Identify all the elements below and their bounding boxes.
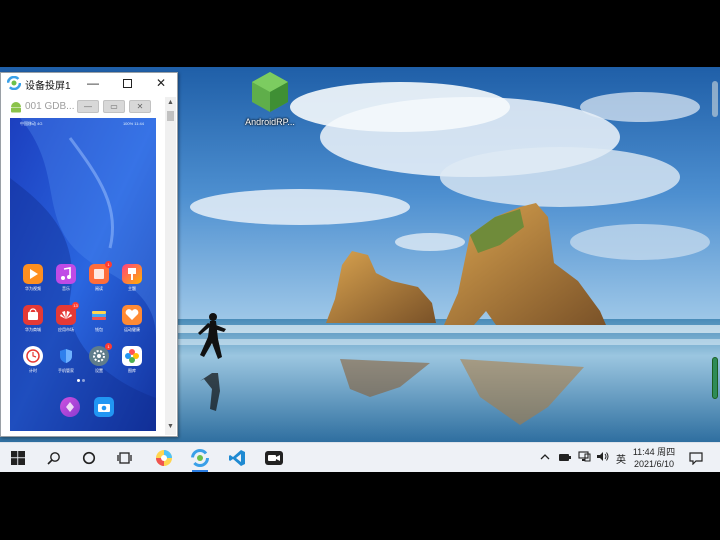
notification-badge: 13 [72,302,79,309]
windows-logo-icon [11,451,25,465]
app-browser[interactable] [55,397,85,417]
notification-badge: 1 [105,343,112,350]
pinwheel-app-icon [156,450,172,466]
device-minimize-button[interactable]: — [77,100,99,113]
app-huawei-store[interactable]: 华为商城 [18,305,48,333]
taskbar-app-vscode[interactable] [221,443,253,472]
app-health[interactable]: 运动健康 [117,305,147,333]
action-center-button[interactable] [680,443,712,472]
device-toolbar: 001 GDB... — ▭ ✕ [5,97,163,117]
taskbar-app-camera[interactable] [258,443,290,472]
window-title: 设备投屏1 [25,81,71,92]
taskbar-clock[interactable]: 11:44 周四 2021/6/10 [629,446,679,470]
screen-recorder-icon [265,451,283,465]
app-themes[interactable]: 主题 [117,264,147,292]
book-icon: 1 [89,261,112,284]
show-hidden-icons-chevron-icon[interactable] [538,453,552,464]
page-indicator [76,369,86,387]
flower-icon [122,346,142,366]
app-huawei-video[interactable]: 华为视频 [18,264,48,292]
app-appgallery[interactable]: 13 应用市场 [51,302,81,333]
clock-time: 11:44 周四 [632,447,676,457]
taskbar-app-projection[interactable] [184,443,216,472]
taskbar: 英 11:44 周四 2021/6/10 [0,442,720,472]
projection-app-icon [191,449,209,467]
brush-icon [122,264,142,284]
vscode-icon [229,450,245,466]
camera-icon [94,397,114,417]
phone-screen[interactable]: 中国移动 4G 100% 11:44 华为视频 音乐 1 阅读 主题 华为商城 … [10,118,156,431]
window-titlebar[interactable]: 设备投屏1 — ✕ [1,73,177,93]
clock-icon [23,346,43,366]
wallet-icon [89,305,109,325]
device-close-button[interactable]: ✕ [129,100,151,113]
carrier-label: 中国移动 4G [20,121,43,126]
androidrp-desktop-shortcut[interactable]: AndroidRP... [238,71,302,127]
scroll-thumb[interactable] [167,111,174,121]
device-restore-button[interactable]: ▭ [103,100,125,113]
clock-date: 2021/6/10 [633,459,675,469]
shortcut-label: AndroidRP... [245,117,295,127]
task-view-button[interactable] [108,443,140,472]
app-reading[interactable]: 1 阅读 [84,261,114,292]
window-scrollbar[interactable]: ▲ ▼ [165,97,176,435]
minimize-button[interactable]: — [81,74,105,92]
node-cube-icon [250,71,290,113]
edge-volume-grip[interactable] [712,357,718,399]
app-camera[interactable] [89,397,119,417]
device-number: 001 [25,101,42,112]
heart-icon [122,305,142,325]
shield-icon [56,346,76,366]
taskbar-app-colorful[interactable] [148,443,180,472]
app-logo-icon [6,75,22,91]
app-wallet[interactable]: 钱包 [84,305,114,333]
scroll-up-arrow-icon[interactable]: ▲ [165,99,176,109]
task-view-icon [116,452,132,464]
notification-icon [689,451,703,465]
cortana-circle-icon [82,451,96,465]
system-tray: 英 [538,443,626,472]
app-music[interactable]: 音乐 [51,264,81,292]
app-gallery[interactable]: 图库 [117,346,147,374]
device-id: GDB... [44,101,75,112]
browser-icon [60,397,80,417]
maximize-button[interactable] [115,74,139,92]
search-icon [47,452,60,465]
edge-handle[interactable] [712,81,718,117]
app-settings[interactable]: 1 设置 [84,343,114,374]
shop-icon [23,305,43,325]
close-button[interactable]: ✕ [149,74,173,92]
notification-badge: 1 [105,261,112,268]
android-icon [9,100,23,113]
cortana-button[interactable] [73,443,105,472]
volume-icon[interactable] [594,451,610,465]
scroll-down-arrow-icon[interactable]: ▼ [165,423,176,433]
network-icon[interactable] [576,451,592,465]
input-method-indicator[interactable]: 英 [616,451,626,466]
device-projection-window: 设备投屏1 — ✕ 001 GDB... — ▭ ✕ ▲ ▼ 中国移动 4G 1… [0,72,178,437]
app-clock[interactable]: 计时 [18,346,48,374]
desktop-screen: AndroidRP... 设备投屏1 — ✕ 001 GDB... — ▭ ✕ … [0,67,720,472]
battery-time-label: 100% 11:44 [122,121,144,126]
device-tray-icon[interactable] [556,452,574,465]
music-icon [56,264,76,284]
gear-icon: 1 [89,343,112,366]
search-button[interactable] [38,443,70,472]
play-icon [23,264,43,284]
start-button[interactable] [2,443,34,472]
phone-status-bar: 中国移动 4G 100% 11:44 [10,118,156,128]
huawei-icon: 13 [56,302,79,325]
